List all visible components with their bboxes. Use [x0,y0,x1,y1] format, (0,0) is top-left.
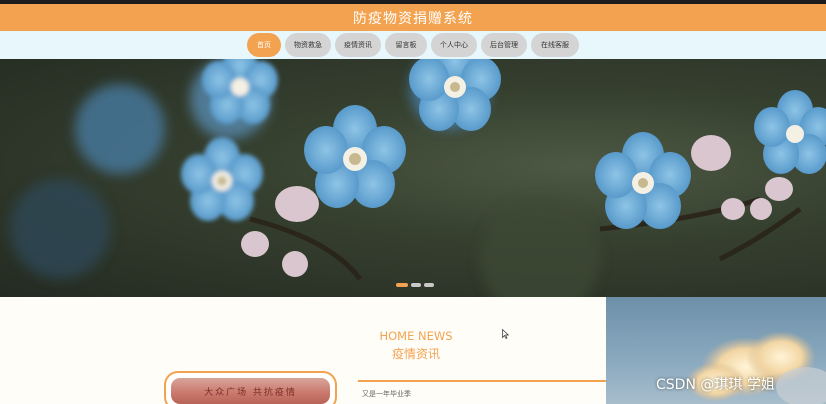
carousel-dot-1[interactable] [396,283,408,287]
carousel-indicators [396,283,434,287]
carousel-dot-3[interactable] [424,283,434,287]
news-photo-card[interactable]: 大众广场 共抗疫情 [164,371,337,404]
mouse-cursor-icon [502,329,509,339]
nav-item-personal-center[interactable]: 个人中心 [431,33,477,57]
nav-item-supplies[interactable]: 物资救急 [285,33,331,57]
news-item-title[interactable]: 又是一年毕业季 [362,389,411,399]
csdn-watermark: CSDN @琪琪 学姐 [656,377,775,393]
page: 防疫物资捐赠系统 首页 物资救急 疫情资讯 留言板 个人中心 后台管理 在线客服 [0,0,826,404]
nav-item-epidemic-news[interactable]: 疫情资讯 [335,33,381,57]
carousel-dot-2[interactable] [411,283,421,287]
site-header: 防疫物资捐赠系统 [0,4,826,31]
nav-item-message-board[interactable]: 留言板 [385,33,427,57]
news-heading-cn: 疫情资讯 [391,347,440,361]
main-nav: 首页 物资救急 疫情资讯 留言板 个人中心 后台管理 在线客服 [0,31,826,59]
nav-item-online-service[interactable]: 在线客服 [531,33,579,57]
nav-item-home[interactable]: 首页 [247,33,281,57]
hero-carousel[interactable] [0,59,826,297]
nav-item-admin[interactable]: 后台管理 [481,33,527,57]
site-title: 防疫物资捐赠系统 [353,10,473,27]
news-heading-en: HOME NEWS [379,329,453,343]
news-photo: 大众广场 共抗疫情 [171,378,330,404]
news-divider [358,380,620,382]
hero-flowers-image [10,59,826,297]
